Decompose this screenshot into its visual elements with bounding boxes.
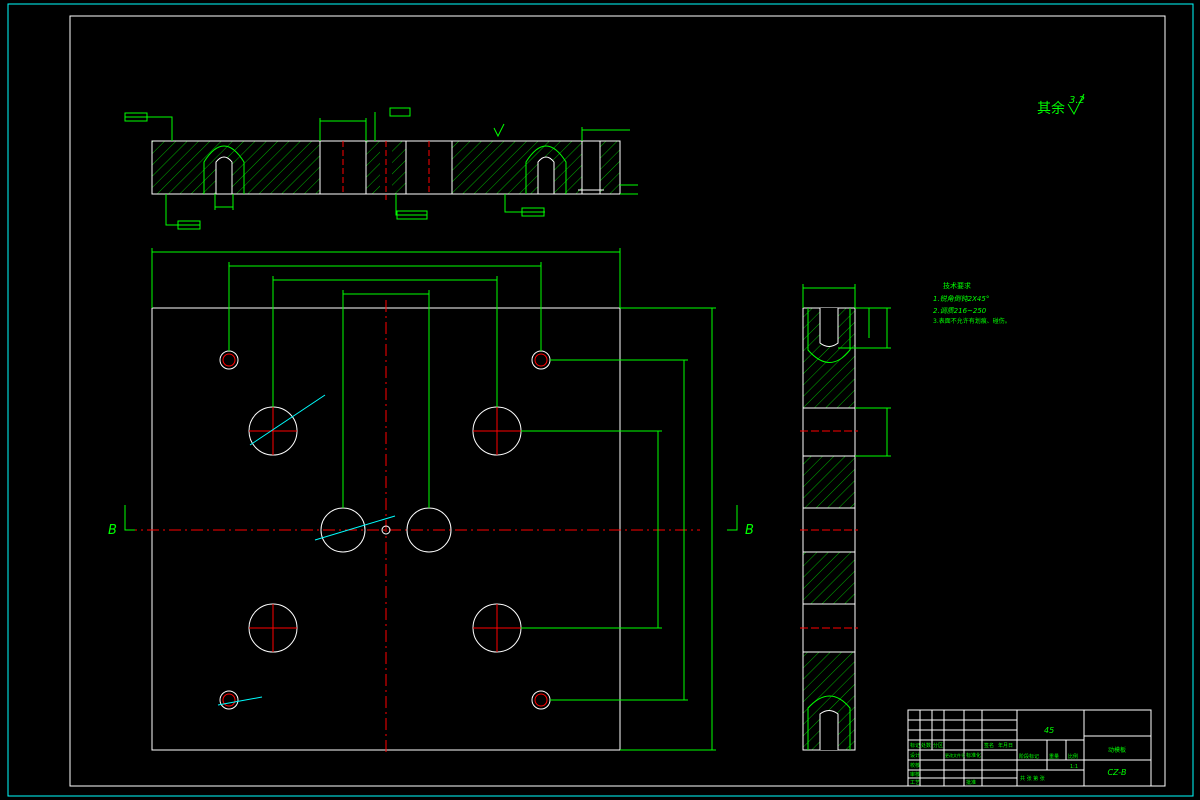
leader [504,194,545,213]
tb-weight: 重量 [1049,753,1059,760]
inner-frame [69,15,1166,787]
dia-leader [217,696,263,706]
dia-leader [249,394,326,446]
side-hatch [803,552,855,604]
main-plan-view: B B [108,248,754,752]
section-label-right: B [745,523,754,538]
tb-scale: 比例 [1068,753,1078,760]
step-hole [581,140,601,195]
roughness-symbol [493,123,505,138]
surface-rest-label: 其余 [1037,100,1065,117]
tb-sheet: 共 张 第 张 [1020,775,1045,782]
tb-row-design: 设计 [910,752,920,759]
technical-requirements: 技术要求 1.锐角倒钝2X45° 2.调质216~250 3.表面不允许有划痕、… [933,281,1011,325]
tb-row-mark: 标记 [910,742,920,749]
section-hatch-mid2 [392,141,406,194]
section-marker-right [727,505,738,531]
screw-hole-right [537,156,555,195]
section-hatch-left [152,141,320,194]
title-block: 45 动模板 CZ-B 标记 设计 校核 审核 工艺 处数 分区 更改文件号 签… [907,709,1152,787]
section-hatch-mid1 [366,141,380,194]
tb-col-count: 处数 [921,742,931,749]
tech-req-line-3: 3.表面不允许有划痕、碰伤。 [933,317,1011,325]
tb-col-sign: 签名 [984,742,994,749]
tb-drawing-no: CZ-B [1107,768,1126,777]
section-marker-left [124,505,135,531]
side-hatch [803,456,855,508]
tech-req-line-1: 1.锐角倒钝2X45° [933,295,989,303]
tb-row-check: 校核 [910,762,920,769]
screw-hole-left [215,156,233,195]
tb-col-standard: 标准化 [966,752,981,759]
tech-req-title: 技术要求 [943,281,971,290]
side-screw-hole [819,308,839,347]
outer-frame [7,3,1194,797]
tb-approve: 批准 [966,779,976,786]
side-screw-hole [819,710,839,750]
tb-row-review: 审核 [910,771,920,778]
tb-scale-value: 1:1 [1070,764,1078,770]
section-label-left: B [108,523,117,538]
tb-stage: 阶段标记 [1019,753,1039,760]
leader [395,194,427,216]
surface-finish-note: 其余 3.2 [1037,93,1085,117]
cad-drawing-canvas: B B 其余 3.2 技术要求 1.锐角倒钝2X45° 2.调质216~250 … [7,3,1194,797]
tb-col-zone: 分区 [933,742,943,749]
tech-req-line-2: 2.调质216~250 [933,307,987,315]
tb-col-change: 更改文件号 [945,752,965,758]
tb-col-date: 年月日 [998,742,1013,749]
tb-material: 45 [1044,726,1054,735]
top-section-view [124,107,638,230]
tb-row-process: 工艺 [910,780,920,786]
tb-part-name: 动模板 [1108,746,1126,754]
leader [165,194,200,226]
tolerance-frame [389,107,411,117]
side-view [800,284,891,751]
